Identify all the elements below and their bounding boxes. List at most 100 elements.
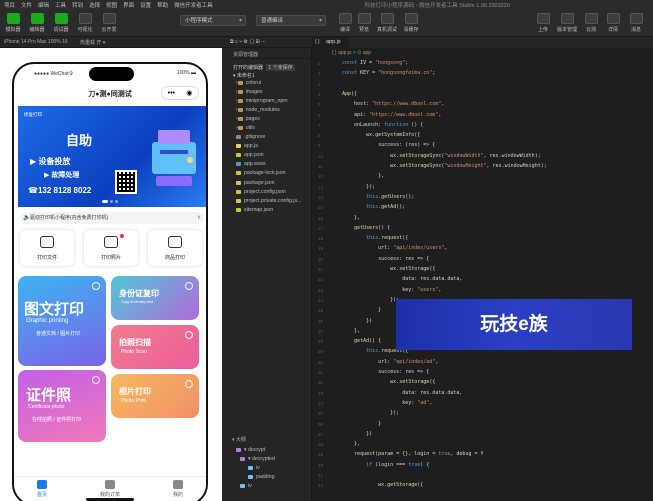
cloud-test-button[interactable]: 云测 xyxy=(580,13,602,33)
clear-cache-button[interactable]: 清缓存 xyxy=(400,13,422,33)
quick-print-goods[interactable]: 商品打印 xyxy=(148,230,202,266)
file-tree-item[interactable]: › images xyxy=(230,87,311,96)
code-line[interactable]: success: res => { xyxy=(342,256,429,262)
code-line[interactable]: wx.setStorageSync("windowHeight", res.wi… xyxy=(342,163,547,169)
code-line[interactable]: } xyxy=(342,307,381,313)
outline-header[interactable]: ▾ 大纲 xyxy=(230,436,311,445)
code-line[interactable]: }); xyxy=(342,410,399,416)
file-tree-item[interactable]: › node_modules xyxy=(230,105,311,114)
simulator-toggle-button[interactable]: 模拟器 xyxy=(2,13,24,33)
menu-item-edit[interactable]: 编辑 xyxy=(38,1,49,9)
open-editors-section[interactable]: 打开的编辑器 1 个未保存 xyxy=(230,62,311,72)
file-tree-item[interactable]: project.private.config.js... xyxy=(230,196,311,205)
outline-item[interactable]: iv xyxy=(230,463,311,472)
file-tree-item[interactable]: › utils xyxy=(230,123,311,132)
file-tree-item[interactable]: › colorui xyxy=(230,78,311,87)
cloud-dev-button[interactable]: 云开发 xyxy=(98,13,120,33)
promo-banner[interactable]: 修复打印 自助 ▶ 设备投放 ▶ 故障处理 ☎132 8128 8022 xyxy=(18,106,206,207)
outline-item[interactable]: padding xyxy=(230,472,311,481)
code-line[interactable]: key: "users", xyxy=(342,287,441,293)
card-id-copy[interactable]: 身份证复印 Copy of identity card xyxy=(111,276,199,320)
code-line[interactable]: if (login === true) { xyxy=(342,462,429,468)
code-line[interactable]: this.request({ xyxy=(342,235,408,241)
menu-item-tools[interactable]: 工具 xyxy=(55,1,66,9)
code-line[interactable]: wx.getSystemInfo({ xyxy=(342,132,420,138)
code-line[interactable]: }, xyxy=(342,328,360,334)
outline-item[interactable]: iv xyxy=(230,481,311,490)
menu-item-help[interactable]: 帮助 xyxy=(157,1,168,9)
file-tree-item[interactable]: package-lock.json xyxy=(230,169,311,178)
messages-button[interactable]: 消息 xyxy=(625,13,647,33)
code-line[interactable]: }, xyxy=(342,215,360,221)
code-line[interactable]: const IV = "hongsong"; xyxy=(342,60,408,66)
code-line[interactable]: url: "api/index/ad", xyxy=(342,359,438,365)
file-tree-item[interactable]: app.js xyxy=(230,142,311,151)
code-line[interactable]: const KEY = "hongsongfeima.cn"; xyxy=(342,70,435,76)
details-button[interactable]: 详情 xyxy=(602,13,624,33)
code-line[interactable]: } xyxy=(342,421,381,427)
code-line[interactable]: getAd() { xyxy=(342,338,381,344)
hot-reload-toggle[interactable]: 热重载 开 ▾ xyxy=(80,39,105,46)
code-line[interactable]: data: res.data.data, xyxy=(342,276,462,282)
menu-item-goto[interactable]: 转到 xyxy=(72,1,83,9)
file-tree-item[interactable]: app.json xyxy=(230,151,311,160)
menu-item-view[interactable]: 视图 xyxy=(106,1,117,9)
code-line[interactable]: wx.setStorage({ xyxy=(342,266,435,272)
code-line[interactable]: request(param = {}, login = true, debug … xyxy=(342,451,483,457)
compile-select[interactable]: 普通编译 xyxy=(256,15,326,26)
mode-select[interactable]: 小程序模式 xyxy=(180,15,246,26)
file-tree-item[interactable]: › miniprogram_npm xyxy=(230,96,311,105)
card-photo-scan[interactable]: 拍照扫描 Photo Scan xyxy=(111,325,199,369)
code-line[interactable]: this.getAd(); xyxy=(342,204,405,210)
quick-print-photo[interactable]: 打印照片 xyxy=(84,230,138,266)
breadcrumb[interactable]: { } app.js > ⊙ app xyxy=(312,48,653,57)
file-tree-item[interactable]: app.wxss xyxy=(230,160,311,169)
upload-button[interactable]: 上传 xyxy=(532,13,554,33)
code-line[interactable]: }); xyxy=(342,297,399,303)
quick-print-file[interactable]: 打印文件 xyxy=(20,230,74,266)
code-editor[interactable]: 1 2 3 4 5 6 7 8 9 10 11 12 13 14 15 16 17 18 19 20 21 22 23 24 2… xyxy=(312,57,653,501)
card-photo-print[interactable]: 相片打印 Photo Print xyxy=(111,374,199,418)
device-select[interactable]: iPhone 14 Pro Max 100% 16 xyxy=(4,39,68,45)
tab-home[interactable]: 首页 xyxy=(22,480,62,498)
code-line[interactable]: success: (res) => { xyxy=(342,142,435,148)
file-tree-item[interactable]: project.config.json xyxy=(230,187,311,196)
outline-item[interactable]: ▾ decrypted xyxy=(230,454,311,463)
outline-item[interactable]: ▾ decrypt xyxy=(230,445,311,454)
tab-app-js[interactable]: app.js xyxy=(312,37,349,48)
real-device-debug-button[interactable]: 真机调试 xyxy=(374,13,400,33)
code-line[interactable]: api: "https://www.dbool.com", xyxy=(342,112,441,118)
tab-mine[interactable]: 我的 xyxy=(158,480,198,498)
menu-capsule[interactable]: ••• ◉ xyxy=(161,86,199,100)
menu-item-file[interactable]: 文件 xyxy=(21,1,32,9)
code-line[interactable]: key: "ad", xyxy=(342,400,432,406)
code-line[interactable]: }) xyxy=(342,431,372,437)
more-dots-icon[interactable]: ••• xyxy=(168,90,175,97)
menu-item-settings[interactable]: 设置 xyxy=(140,1,151,9)
card-certificate-photo[interactable]: 证件照 Certificate photo 在线拍照 / 证件照打印 xyxy=(18,370,106,442)
menu-item-select[interactable]: 选择 xyxy=(89,1,100,9)
notice-bar[interactable]: 🔈 驱动打印机小程序(内含免费打印机) › xyxy=(20,212,204,224)
file-tree-item[interactable]: package.json xyxy=(230,178,311,187)
editor-toggle-button[interactable]: 编辑器 xyxy=(26,13,48,33)
code-line[interactable]: }) xyxy=(342,318,372,324)
menu-item-interface[interactable]: 界面 xyxy=(123,1,134,9)
code-line[interactable]: host: "https://www.dbool.com", xyxy=(342,101,444,107)
tab-orders[interactable]: 我的订单 xyxy=(90,480,130,498)
code-line[interactable]: }, xyxy=(342,173,384,179)
code-line[interactable]: url: "api/index/users", xyxy=(342,245,447,251)
file-tree-item[interactable]: sitemap.json xyxy=(230,205,311,214)
code-line[interactable]: data: res.data.data, xyxy=(342,390,462,396)
visual-button[interactable]: 可视化 xyxy=(74,13,96,33)
explorer-toolbar-icons[interactable]: ⧉ ⌕ ⑂ ⚙ ▢ ⊞ ⋯ xyxy=(230,39,266,45)
file-tree-item[interactable]: › pages xyxy=(230,114,311,123)
code-line[interactable]: }); xyxy=(342,184,375,190)
close-circle-icon[interactable]: ◉ xyxy=(186,89,192,97)
code-line[interactable]: this.getUsers(); xyxy=(342,194,414,200)
preview-button[interactable]: 预览 xyxy=(353,13,375,33)
code-line[interactable]: App({ xyxy=(342,91,357,97)
code-line[interactable]: wx.setStorage({ xyxy=(342,379,435,385)
code-line[interactable]: wx.getStorage({ xyxy=(342,482,423,488)
menu-item-project[interactable]: 项目 xyxy=(4,1,15,9)
code-line[interactable]: wx.setStorageSync("windowWidth", res.win… xyxy=(342,153,541,159)
